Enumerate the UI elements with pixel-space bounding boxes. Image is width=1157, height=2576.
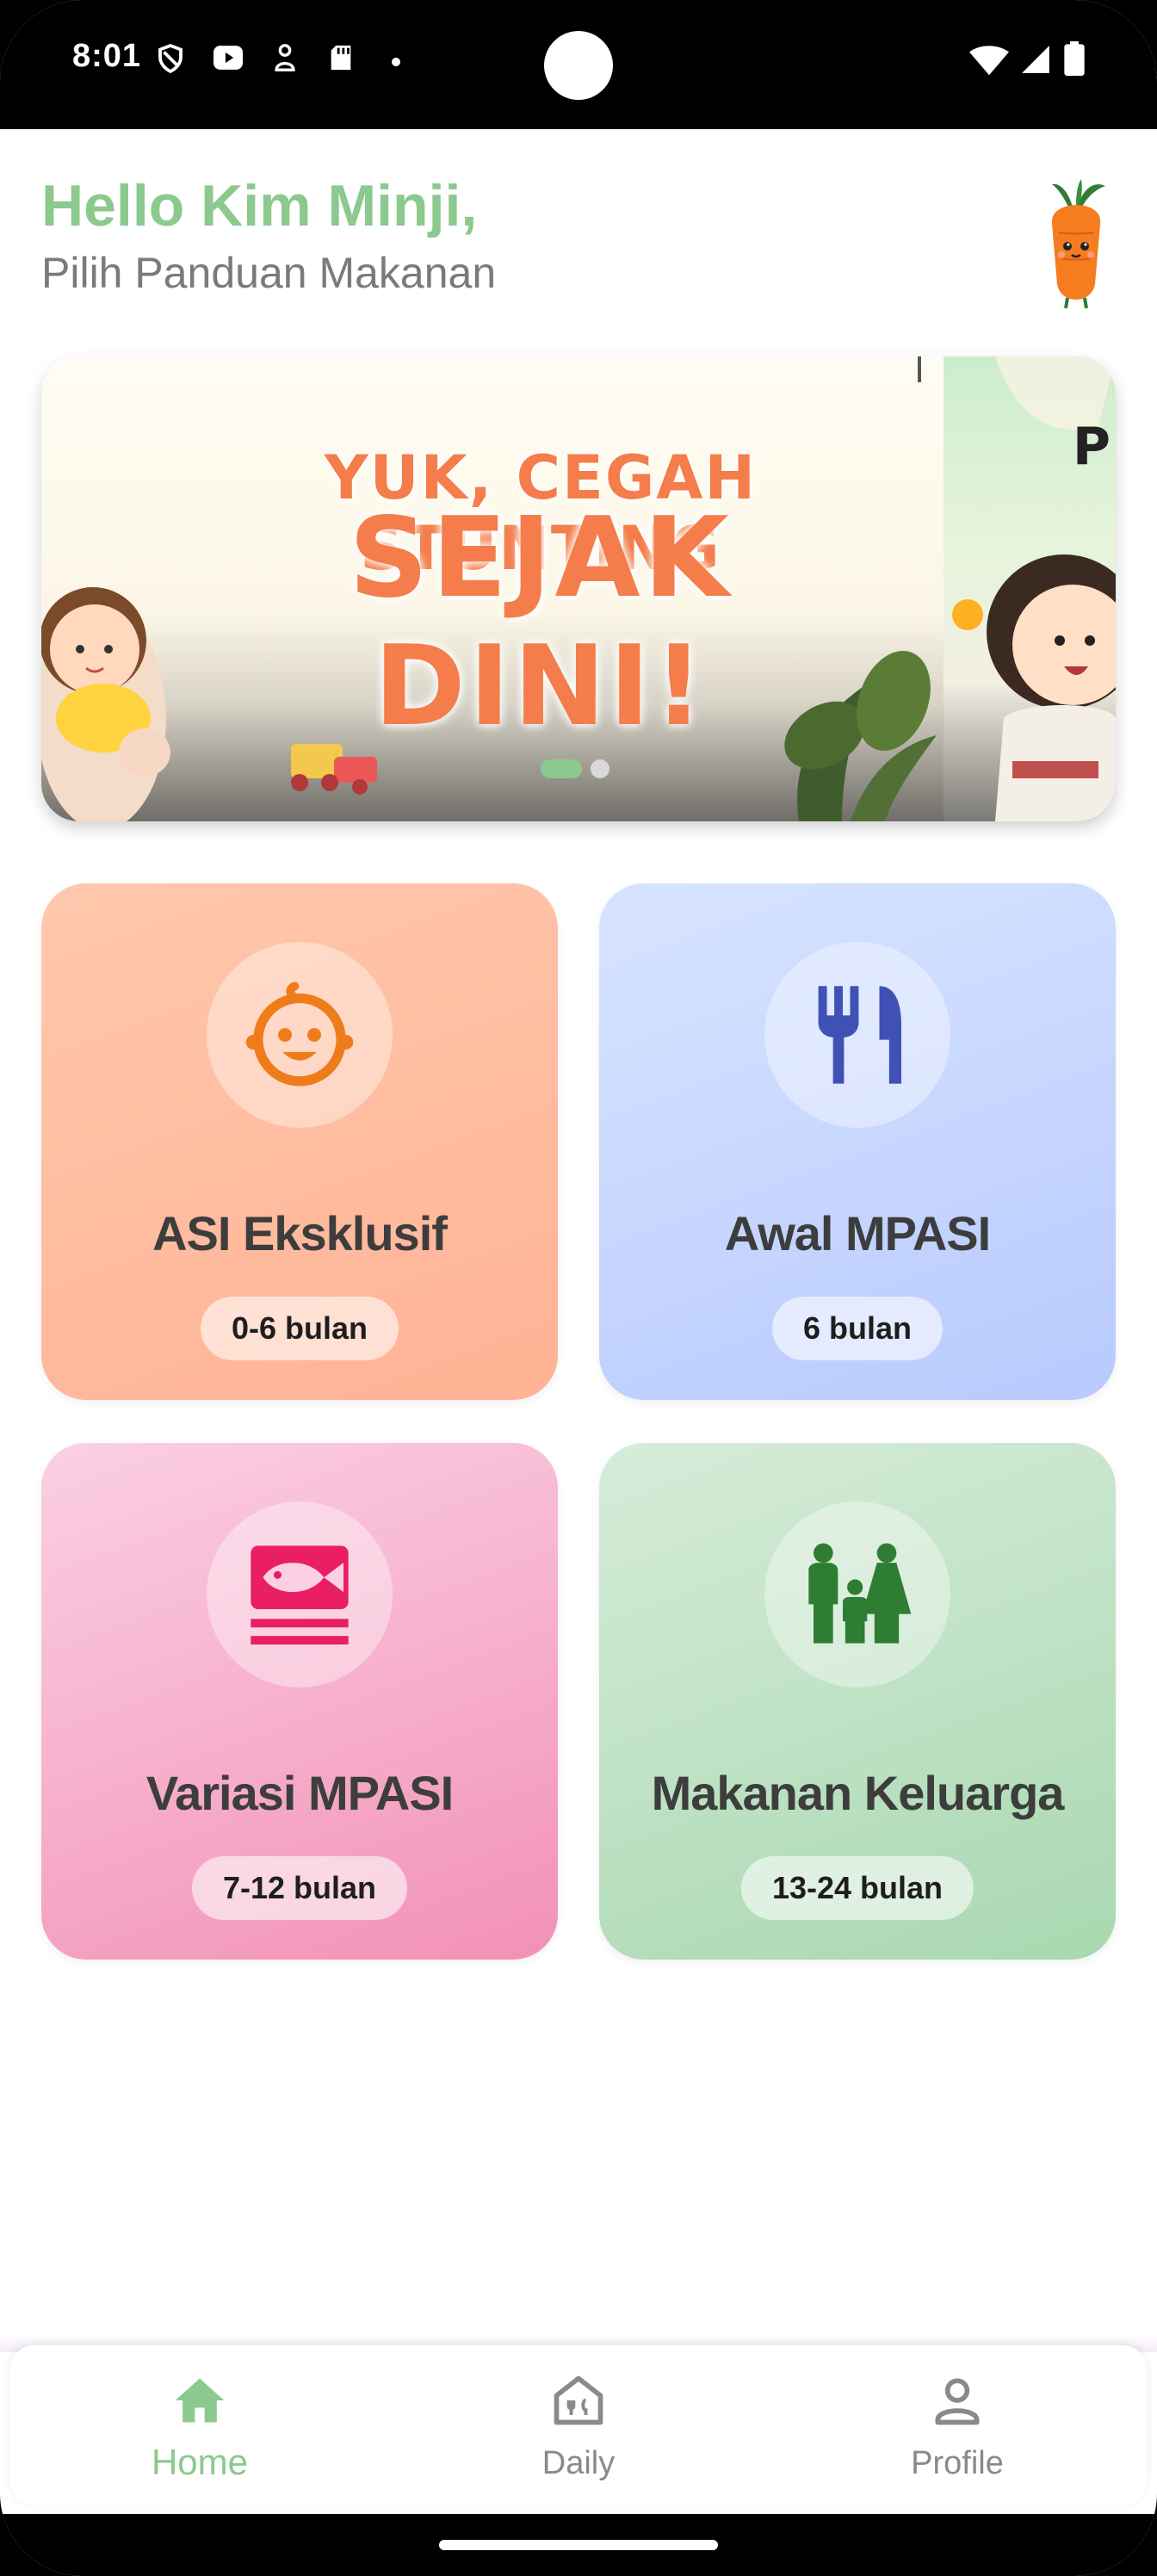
- age-range-badge: 13-24 bulan: [740, 1856, 974, 1920]
- promo-banner-carousel[interactable]: YUK, CEGAH STUNTING SEJAK DINI! P: [41, 356, 1116, 821]
- next-banner-letter: P: [1073, 417, 1111, 477]
- baby-face-icon: [245, 981, 354, 1087]
- card-awal-mpasi[interactable]: Awal MPASI 6 bulan: [599, 883, 1116, 1400]
- sd-card-icon: [331, 45, 351, 71]
- bottom-navigation-bar: Home Daily Profile: [10, 2345, 1147, 2505]
- greeting-header: Hello Kim Minji, Pilih Panduan Makanan: [41, 172, 496, 298]
- card-title: ASI Eksklusif: [152, 1206, 448, 1260]
- greeting-text: Hello Kim Minji,: [41, 173, 478, 238]
- nav-item-daily[interactable]: Daily: [449, 2345, 708, 2505]
- nav-item-profile[interactable]: Profile: [828, 2345, 1086, 2505]
- cellular-signal-icon: [1022, 46, 1049, 73]
- age-range-badge: 0-6 bulan: [200, 1297, 399, 1360]
- card-asi-eksklusif[interactable]: ASI Eksklusif 0-6 bulan: [41, 883, 558, 1400]
- notification-app-icon: [275, 44, 295, 71]
- card-title: Makanan Keluarga: [651, 1766, 1065, 1820]
- carrot-mascot-logo[interactable]: [1033, 172, 1119, 310]
- greeting-subtitle: Pilih Panduan Makanan: [41, 249, 497, 297]
- wifi-icon: [969, 46, 1009, 76]
- gesture-handle[interactable]: [439, 2540, 718, 2550]
- fork-knife-icon: [818, 986, 901, 1084]
- card-title: Awal MPASI: [724, 1206, 991, 1260]
- home-icon: [175, 2378, 225, 2423]
- next-banner-preview: P: [944, 356, 1116, 821]
- card-title: Variasi MPASI: [145, 1766, 454, 1820]
- card-variasi-mpasi[interactable]: Variasi MPASI 7-12 bulan: [41, 1443, 558, 1960]
- nav-label-home: Home: [151, 2442, 249, 2482]
- fish-icon: [251, 1545, 349, 1645]
- nav-label-daily: Daily: [541, 2445, 616, 2481]
- more-notifications-dot-icon: [392, 58, 400, 66]
- carousel-dot[interactable]: [591, 759, 609, 778]
- carousel-indicator: [541, 759, 609, 778]
- person-icon: [935, 2378, 980, 2425]
- banner-headline-line2: SEJAK DINI!: [349, 494, 733, 751]
- status-time: 8:01: [72, 38, 142, 74]
- card-icon-circle: [207, 942, 393, 1128]
- age-range-badge: 6 bulan: [771, 1297, 944, 1360]
- nav-label-profile: Profile: [911, 2445, 1004, 2481]
- card-icon-circle: [764, 1502, 950, 1687]
- daily-food-icon: [554, 2375, 603, 2425]
- front-camera: [544, 31, 613, 100]
- nav-item-home[interactable]: Home: [71, 2345, 329, 2505]
- card-icon-circle: [207, 1502, 393, 1687]
- card-makanan-keluarga[interactable]: Makanan Keluarga 13-24 bulan: [599, 1443, 1116, 1960]
- vpn-shield-icon: [158, 43, 183, 74]
- card-icon-circle: [764, 942, 950, 1128]
- app-screen: 8:01 Hello Kim Minji, Pilih Panduan Maka…: [0, 0, 1157, 2576]
- status-bar: 8:01: [0, 0, 1157, 129]
- carousel-dot-active[interactable]: [541, 759, 582, 778]
- age-range-badge: 7-12 bulan: [191, 1856, 408, 1920]
- family-icon: [808, 1543, 912, 1644]
- youtube-icon: [213, 46, 243, 70]
- battery-icon: [1064, 41, 1085, 76]
